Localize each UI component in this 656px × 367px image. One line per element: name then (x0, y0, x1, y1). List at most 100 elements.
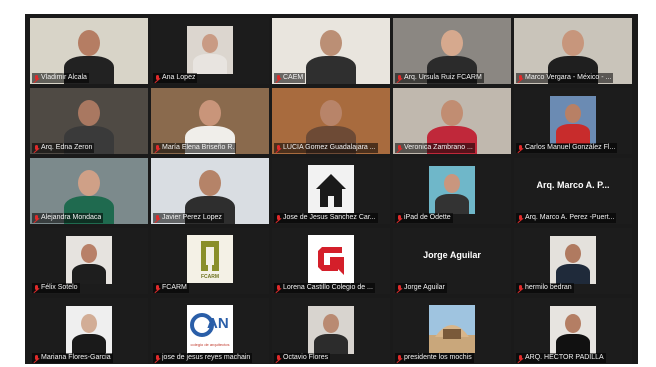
participant-tile[interactable]: hermilo bedran (514, 228, 632, 294)
participant-name: Octavio Flores (283, 354, 329, 361)
participant-name: hermilo bedran (525, 284, 572, 291)
muted-mic-icon (34, 214, 39, 222)
participant-tile[interactable]: Octavio Flores (272, 298, 390, 364)
fcarm-logo-text: FCARM (200, 274, 220, 280)
muted-mic-icon (34, 354, 39, 362)
person-head (320, 100, 342, 126)
person-body (306, 56, 356, 84)
person-body (435, 194, 469, 214)
person-head (78, 100, 100, 126)
person-head (562, 30, 584, 56)
cq-logo-icon (308, 235, 354, 283)
participant-camera-feed (187, 26, 233, 74)
participant-name-bar: Mariana Flores-Garcia (32, 353, 113, 363)
person-head (202, 34, 218, 53)
participant-name: FCARM (162, 284, 187, 291)
person-body (556, 264, 590, 284)
participant-name-bar: jose de jesus reyes machain (153, 353, 253, 363)
person-head (320, 30, 342, 56)
participant-name: Jose de Jesus Sanchez Car... (283, 214, 376, 221)
person-body (193, 54, 227, 74)
participant-tile[interactable]: Mariana Flores-Garcia (30, 298, 148, 364)
muted-mic-icon (397, 144, 402, 152)
participant-tile[interactable]: Arq. Ursula Ruiz FCARM (393, 18, 511, 84)
participant-name-bar: Jorge Aguilar (395, 283, 447, 293)
participant-tile[interactable]: Alejandra Mondaca (30, 158, 148, 224)
participant-tile[interactable]: Carlos Manuel González Fl... (514, 88, 632, 154)
person-head (323, 314, 339, 333)
participant-name-bar: FCARM (153, 283, 189, 293)
participant-name: Vladimir Alcala (41, 74, 87, 81)
muted-mic-icon (518, 284, 523, 292)
participant-tile[interactable]: presidente los mochis (393, 298, 511, 364)
participant-name-bar: Félix Sotelo (32, 283, 80, 293)
participant-name: LUCIA Gomez Guadalajara ... (283, 144, 376, 151)
participant-tile[interactable]: Jorge Aguilar Jorge Aguilar (393, 228, 511, 294)
participant-camera-feed (550, 96, 596, 144)
participant-name-bar: CAEM (274, 73, 306, 83)
participant-name: CAEM (283, 74, 304, 81)
person-body (72, 334, 106, 354)
participant-name-bar: Marco Vergara - México - ... (516, 73, 614, 83)
participant-name-bar: Vladimir Alcala (32, 73, 89, 83)
participant-name-bar: LUCIA Gomez Guadalajara ... (274, 143, 378, 153)
participant-name-bar: Arq. Ursula Ruiz FCARM (395, 73, 484, 83)
participant-display-name: Jorge Aguilar (423, 250, 481, 260)
participant-tile[interactable]: ARQ. HECTOR PADILLA (514, 298, 632, 364)
participant-tile[interactable]: LUCIA Gomez Guadalajara ... (272, 88, 390, 154)
person-head (199, 170, 221, 196)
participant-tile[interactable]: Lorena Castillo Colegio de ... (272, 228, 390, 294)
participant-camera-feed (66, 236, 112, 284)
muted-mic-icon (518, 214, 523, 222)
participant-name-bar: Arq. Edna Zeron (32, 143, 95, 153)
person-head (78, 30, 100, 56)
participant-name: Marco Vergara - México - ... (525, 74, 612, 81)
participant-tile[interactable]: FCARM FCARM (151, 228, 269, 294)
participant-tile[interactable]: Veronica Zambrano ... (393, 88, 511, 154)
participant-tile[interactable]: Arq. Edna Zeron (30, 88, 148, 154)
person-head (441, 100, 463, 126)
participant-name-bar: Alejandra Mondaca (32, 213, 104, 223)
participant-camera-feed (550, 236, 596, 284)
participant-name-bar: Veronica Zambrano ... (395, 143, 475, 153)
participant-tile[interactable]: AN colegio de arquitectos jose de jesus re… (151, 298, 269, 364)
participant-name-bar: Jose de Jesus Sanchez Car... (274, 213, 378, 223)
participant-name: Mariana Flores-Garcia (41, 354, 111, 361)
participant-tile[interactable]: iPad de Odette (393, 158, 511, 224)
house-logo-icon (308, 165, 354, 213)
muted-mic-icon (155, 144, 160, 152)
screenshot-stage: Vladimir Alcala Ana Lopez CAEM Arq. Ursula … (0, 0, 656, 367)
participant-tile[interactable]: Vladimir Alcala (30, 18, 148, 84)
participant-name-bar: Lorena Castillo Colegio de ... (274, 283, 375, 293)
participant-tile[interactable]: María Elena Briseño R. (151, 88, 269, 154)
participant-tile[interactable]: Jose de Jesus Sanchez Car... (272, 158, 390, 224)
participant-name: Arq. Ursula Ruiz FCARM (404, 74, 482, 81)
person-head (78, 170, 100, 196)
participant-name: jose de jesus reyes machain (162, 354, 251, 361)
participant-camera-feed (550, 306, 596, 354)
person-head (199, 100, 221, 126)
muted-mic-icon (34, 74, 39, 82)
person-head (565, 314, 581, 333)
participant-tile[interactable]: Marco Vergara - México - ... (514, 18, 632, 84)
muted-mic-icon (276, 354, 281, 362)
participant-name: ARQ. HECTOR PADILLA (525, 354, 604, 361)
participant-name: Ana Lopez (162, 74, 196, 81)
participant-tile[interactable]: Arq. Marco A. P... Arq. Marco A. Perez -P… (514, 158, 632, 224)
muted-mic-icon (155, 214, 160, 222)
person-head (444, 174, 460, 193)
person-body (72, 264, 106, 284)
participant-tile[interactable]: Ana Lopez (151, 18, 269, 84)
participant-name: presidente los mochis (404, 354, 472, 361)
can-logo-subtext: colegio de arquitectos (190, 342, 230, 347)
zoom-gallery-view: Vladimir Alcala Ana Lopez CAEM Arq. Ursula … (25, 14, 638, 364)
participant-display-name: Arq. Marco A. P... (536, 180, 610, 190)
person-body (556, 334, 590, 354)
participant-name: Alejandra Mondaca (41, 214, 102, 221)
participant-tile[interactable]: Félix Sotelo (30, 228, 148, 294)
muted-mic-icon (276, 74, 281, 82)
participant-name-bar: hermilo bedran (516, 283, 574, 293)
person-body (556, 124, 590, 144)
participant-tile[interactable]: CAEM (272, 18, 390, 84)
participant-tile[interactable]: Javier Perez Lopez (151, 158, 269, 224)
